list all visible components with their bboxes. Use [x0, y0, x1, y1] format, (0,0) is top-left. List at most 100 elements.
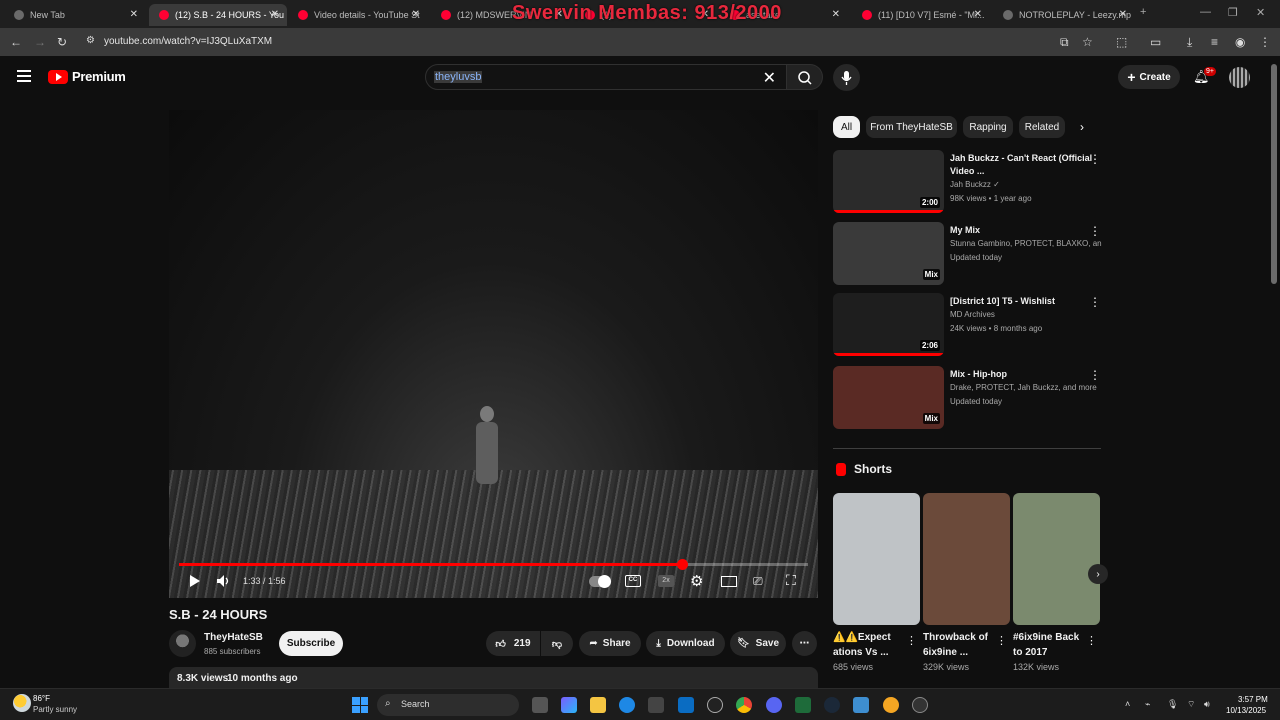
clock-time[interactable]: 3:57 PM: [1238, 695, 1268, 704]
github-icon[interactable]: [707, 697, 723, 713]
tray-chevron-icon[interactable]: ˄: [1125, 699, 1130, 709]
profile-icon[interactable]: ◉: [1235, 35, 1245, 49]
back-icon[interactable]: ←: [10, 35, 22, 49]
video-thumbnail[interactable]: Mix: [833, 366, 944, 429]
save-button[interactable]: 🔖︎ Save: [730, 631, 786, 656]
filter-chip[interactable]: All: [833, 116, 860, 138]
browser-tab[interactable]: New Tab ✕: [4, 4, 146, 26]
browser-tab[interactable]: NOTROLEPLAY - Leezy.mp ✕: [993, 4, 1135, 26]
windows-start-icon[interactable]: [352, 697, 368, 713]
video-thumbnail[interactable]: Mix: [833, 222, 944, 285]
filter-chip[interactable]: Related: [1019, 116, 1065, 138]
autoplay-toggle[interactable]: [589, 575, 611, 588]
channel-avatar[interactable]: [169, 630, 196, 657]
more-vertical-icon[interactable]: ⋮: [1089, 224, 1101, 238]
video-thumbnail[interactable]: 2:06: [833, 293, 944, 356]
weather-icon[interactable]: [13, 694, 31, 712]
recommended-video[interactable]: Mix Mix - Hip-hop Drake, PROTECT, Jah Buck…: [833, 366, 1103, 434]
short-title[interactable]: Throwback of 6ix9ine ...: [923, 630, 998, 660]
reload-icon[interactable]: ↻: [57, 35, 67, 49]
install-icon[interactable]: ⧉: [1060, 35, 1069, 50]
search-button[interactable]: [787, 64, 823, 90]
sidebar-icon[interactable]: ▭: [1150, 35, 1161, 49]
short-title[interactable]: #6ix9ine Back to 2017: [1013, 630, 1088, 660]
video-player[interactable]: 1:33 / 1:56 CC 2x ⚙ ⎚ ⛶: [169, 110, 818, 598]
extensions-icon[interactable]: ⬚: [1116, 35, 1127, 49]
task-view-icon[interactable]: [532, 697, 548, 713]
youtube-logo[interactable]: Premium: [48, 69, 126, 84]
filter-chip[interactable]: From TheyHateSB: [866, 116, 957, 138]
short-thumbnail[interactable]: [1013, 493, 1100, 625]
short-title[interactable]: ⚠️⚠️Expect ations Vs ...: [833, 630, 908, 660]
xbox-icon[interactable]: [795, 697, 811, 713]
more-vertical-icon[interactable]: ⋮: [1086, 634, 1097, 647]
description-box[interactable]: 8.3K views 10 months ago: [169, 667, 818, 689]
cast-icon[interactable]: ⎚: [753, 574, 763, 589]
shorts-next-chevron-icon[interactable]: ›: [1088, 564, 1108, 584]
captions-button[interactable]: CC: [625, 575, 641, 587]
more-actions-button[interactable]: ⋯: [792, 631, 817, 656]
more-vertical-icon[interactable]: ⋮: [1089, 295, 1101, 309]
voice-search-button[interactable]: [833, 64, 860, 91]
tab-close-icon[interactable]: ✕: [1119, 9, 1127, 20]
chips-next-chevron-icon[interactable]: ›: [1080, 120, 1084, 134]
like-button[interactable]: 👍︎ 219: [486, 631, 540, 656]
theater-mode-icon[interactable]: [721, 576, 737, 587]
app-icon[interactable]: [883, 697, 899, 713]
file-explorer-icon[interactable]: [590, 697, 606, 713]
short-thumbnail[interactable]: [833, 493, 920, 625]
settings-gear-icon[interactable]: ⚙: [690, 572, 703, 590]
download-button[interactable]: ⤓ Download: [646, 631, 725, 656]
recommended-video[interactable]: 2:00 Jah Buckzz - Can't React (Official V…: [833, 150, 1103, 218]
fullscreen-icon[interactable]: ⛶: [786, 572, 796, 589]
short-thumbnail[interactable]: [923, 493, 1010, 625]
browser-tab[interactable]: Video details - YouTube St ✕: [288, 4, 428, 26]
outlook-icon[interactable]: [678, 697, 694, 713]
network-icon[interactable]: ⌁: [1145, 699, 1150, 710]
maximize-icon[interactable]: ❐: [1228, 6, 1238, 19]
new-tab-button[interactable]: +: [1140, 6, 1146, 18]
bookmark-star-icon[interactable]: ☆: [1082, 35, 1093, 49]
url-field[interactable]: youtube.com/watch?v=IJ3QLuXaTXM: [104, 36, 272, 47]
clear-search-icon[interactable]: ✕: [763, 68, 776, 88]
tab-close-icon[interactable]: ✕: [974, 9, 982, 20]
browser-tab[interactable]: (12) S.B - 24 HOURS - You ✕: [149, 4, 287, 26]
tab-close-icon[interactable]: ✕: [412, 9, 420, 20]
steam-icon[interactable]: [824, 697, 840, 713]
recommended-video[interactable]: Mix My Mix Stunna Gambino, PROTECT, BLAXKO…: [833, 222, 1103, 290]
video-thumbnail[interactable]: 2:00: [833, 150, 944, 213]
account-avatar[interactable]: [1229, 67, 1250, 88]
discord-icon[interactable]: [766, 697, 782, 713]
tab-close-icon[interactable]: ✕: [130, 9, 138, 20]
more-vertical-icon[interactable]: ⋮: [1089, 368, 1101, 382]
clock-date[interactable]: 10/13/2025: [1226, 706, 1266, 715]
tab-close-icon[interactable]: ✕: [832, 9, 840, 20]
speaker-icon[interactable]: 🔊︎: [1204, 699, 1210, 710]
more-vertical-icon[interactable]: ⋮: [906, 634, 917, 647]
share-button[interactable]: ➦ Share: [579, 631, 641, 656]
store-icon[interactable]: [648, 697, 664, 713]
edge-icon[interactable]: [619, 697, 635, 713]
tab-close-icon[interactable]: ✕: [271, 9, 279, 20]
site-info-icon[interactable]: ⚙: [86, 35, 95, 46]
progress-bar[interactable]: [179, 559, 808, 570]
volume-icon[interactable]: [216, 574, 232, 588]
copilot-icon[interactable]: [561, 697, 577, 713]
close-window-icon[interactable]: ✕: [1256, 6, 1265, 19]
search-input[interactable]: theyluvsb ✕: [425, 64, 787, 90]
download-icon[interactable]: ⤓: [1187, 35, 1192, 50]
wifi-icon[interactable]: ⌔: [1187, 699, 1195, 710]
subscribe-button[interactable]: Subscribe: [279, 631, 343, 656]
notepad-icon[interactable]: [853, 697, 869, 713]
channel-name[interactable]: TheyHateSB: [204, 632, 263, 643]
page-scrollbar[interactable]: [1271, 64, 1277, 284]
dislike-button[interactable]: 👎︎: [541, 631, 573, 656]
hamburger-menu-icon[interactable]: [17, 70, 31, 82]
mic-tray-icon[interactable]: 🎙︎: [1167, 699, 1178, 710]
forward-icon[interactable]: →: [34, 35, 46, 49]
create-button[interactable]: + Create: [1118, 65, 1180, 89]
recommended-video[interactable]: 2:06 [District 10] T5 - Wishlist MD Archiv…: [833, 293, 1103, 361]
more-vertical-icon[interactable]: ⋮: [1089, 152, 1101, 166]
taskbar-search-box[interactable]: ⌕ Search: [377, 694, 519, 716]
filter-chip[interactable]: Rapping: [963, 116, 1013, 138]
